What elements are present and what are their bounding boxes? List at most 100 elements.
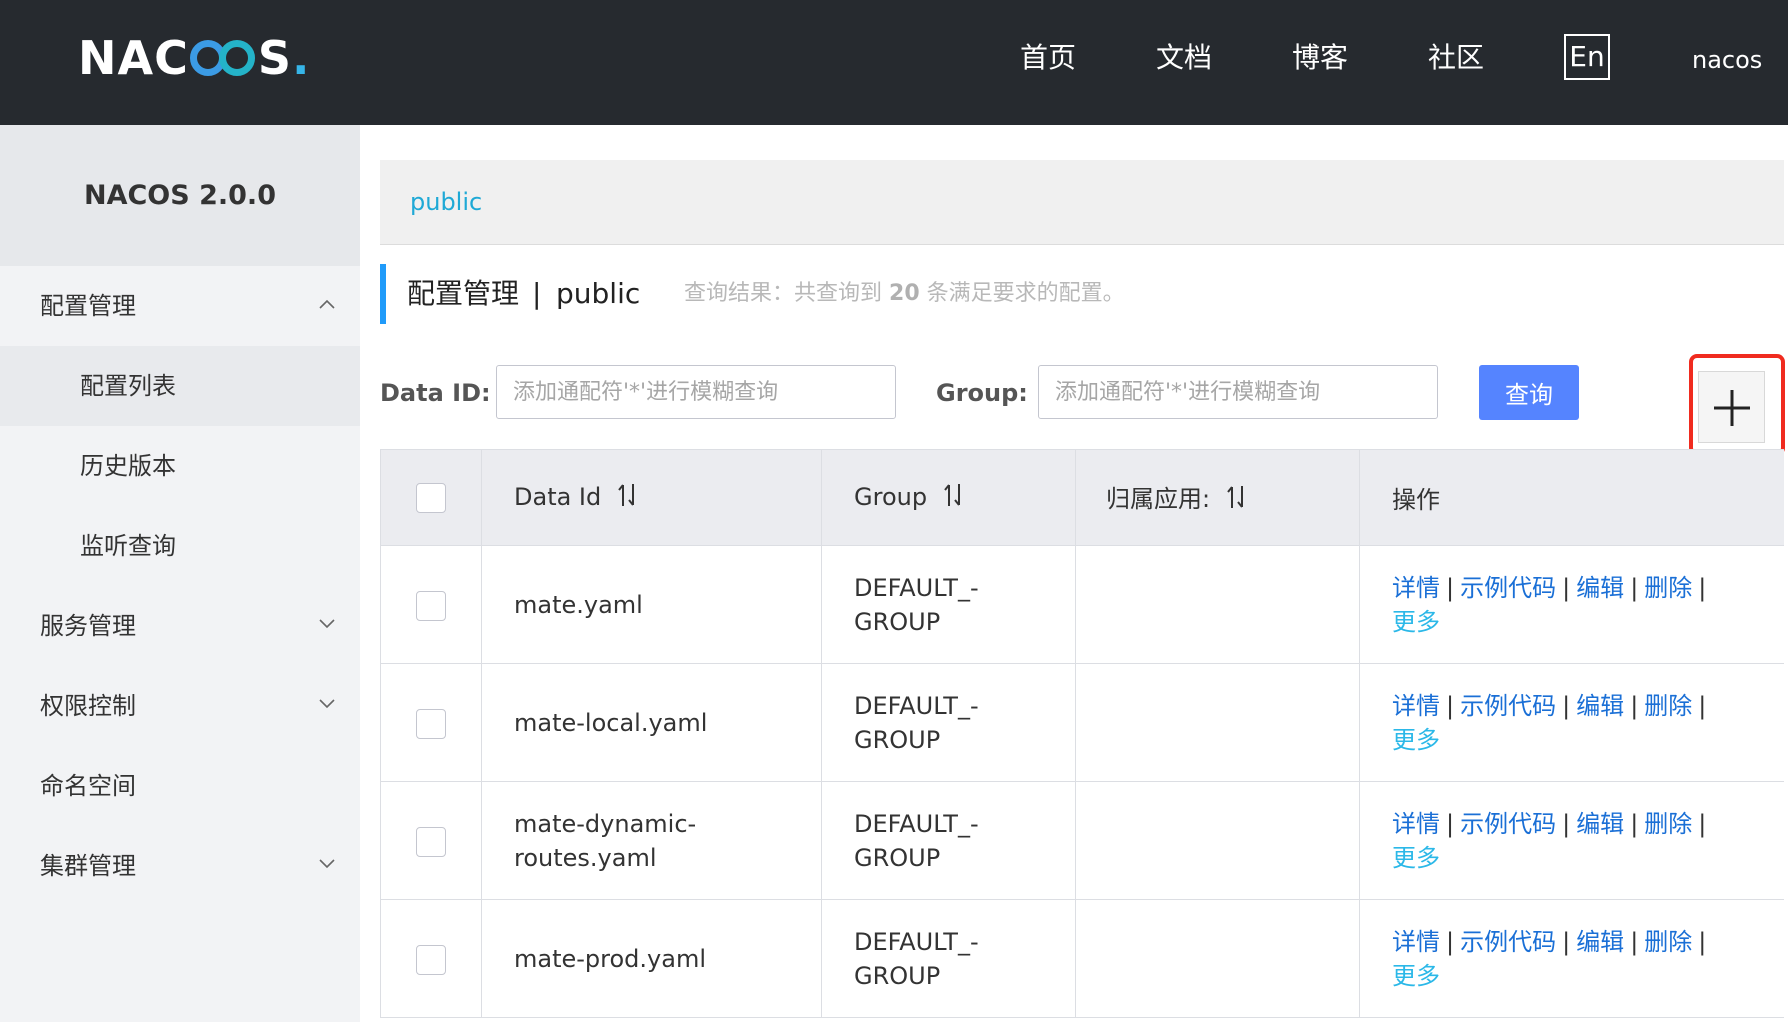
delete-link[interactable]: 删除 [1644, 928, 1692, 956]
nav-docs[interactable]: 文档 [1156, 34, 1212, 82]
cell-app [1075, 663, 1360, 782]
row-select-cell [380, 899, 482, 1018]
cell-data-id: mate-dynamic- routes.yaml [481, 781, 822, 900]
cell-actions: 详情 | 示例代码 | 编辑 | 删除 | 更多 [1359, 899, 1784, 1018]
cell-app [1075, 781, 1360, 900]
row-checkbox[interactable] [416, 826, 446, 857]
edit-link[interactable]: 编辑 [1576, 928, 1624, 956]
query-button[interactable]: 查询 [1479, 365, 1579, 420]
cell-app [1075, 545, 1360, 664]
detail-link[interactable]: 详情 [1392, 810, 1440, 838]
language-toggle-button[interactable]: En [1564, 34, 1610, 80]
row-checkbox[interactable] [416, 708, 446, 739]
title-accent-bar [380, 264, 386, 324]
group-label: Group: [936, 379, 1028, 407]
delete-link[interactable]: 删除 [1644, 692, 1692, 720]
sidebar: NACOS 2.0.0 配置管理 配置列表 历史版本 监听查询 服务管理 权限控… [0, 125, 360, 1022]
table-row: mate-prod.yaml DEFAULT_- GROUP 详情 | 示例代码 | 编辑 |… [380, 899, 1784, 1018]
column-header-group[interactable]: Group [821, 449, 1076, 546]
cell-app [1075, 899, 1360, 1018]
sidebar-item-label: 配置列表 [80, 372, 176, 400]
row-checkbox[interactable] [416, 590, 446, 621]
more-link[interactable]: 更多 [1392, 962, 1440, 990]
nav-blog[interactable]: 博客 [1292, 34, 1348, 82]
chevron-down-icon [314, 826, 340, 906]
data-id-input[interactable] [496, 365, 896, 419]
page-title-bar: 配置管理 | public 查询结果：共查询到 20 条满足要求的配置。 [380, 264, 1784, 324]
row-select-cell [380, 781, 482, 900]
top-header: NACS. 首页 文档 博客 社区 En nacos [0, 0, 1788, 125]
more-link[interactable]: 更多 [1392, 608, 1440, 636]
detail-link[interactable]: 详情 [1392, 574, 1440, 602]
sidebar-item-namespace[interactable]: 命名空间 [0, 746, 360, 826]
sidebar-item-service-management[interactable]: 服务管理 [0, 586, 360, 666]
sort-icon[interactable] [617, 482, 639, 514]
cell-group: DEFAULT_- GROUP [821, 663, 1076, 782]
delete-link[interactable]: 删除 [1644, 810, 1692, 838]
sidebar-item-config-list[interactable]: 配置列表 [0, 346, 360, 426]
sidebar-version: NACOS 2.0.0 [0, 125, 360, 266]
sidebar-item-label: 监听查询 [80, 532, 176, 560]
edit-link[interactable]: 编辑 [1576, 574, 1624, 602]
sidebar-item-listener-query[interactable]: 监听查询 [0, 506, 360, 586]
cell-actions: 详情 | 示例代码 | 编辑 | 删除 | 更多 [1359, 663, 1784, 782]
nav-home[interactable]: 首页 [1020, 34, 1076, 82]
chevron-down-icon [314, 666, 340, 746]
nav-community[interactable]: 社区 [1428, 34, 1484, 82]
cell-group: DEFAULT_- GROUP [821, 545, 1076, 664]
sidebar-item-history[interactable]: 历史版本 [0, 426, 360, 506]
sidebar-item-label: 历史版本 [80, 452, 176, 480]
cell-data-id: mate.yaml [481, 545, 822, 664]
sample-code-link[interactable]: 示例代码 [1460, 574, 1556, 602]
namespace-bar: public [380, 160, 1784, 245]
cell-group: DEFAULT_- GROUP [821, 781, 1076, 900]
config-table: Data Id Group 归属应用: 操作 mate.yaml DEFAULT_… [380, 449, 1784, 1022]
result-count: 20 [889, 281, 920, 306]
table-header-row: Data Id Group 归属应用: 操作 [380, 449, 1784, 546]
row-select-cell [380, 545, 482, 664]
sample-code-link[interactable]: 示例代码 [1460, 810, 1556, 838]
title-separator: | [532, 277, 542, 310]
user-menu[interactable]: nacos [1692, 40, 1762, 80]
more-link[interactable]: 更多 [1392, 844, 1440, 872]
cell-group: DEFAULT_- GROUP [821, 899, 1076, 1018]
more-link[interactable]: 更多 [1392, 726, 1440, 754]
column-header-app[interactable]: 归属应用: [1075, 449, 1360, 546]
chevron-up-icon [314, 266, 340, 346]
group-input[interactable] [1038, 365, 1438, 419]
sort-icon[interactable] [943, 482, 965, 514]
data-id-label: Data ID: [380, 379, 491, 407]
sidebar-item-access-control[interactable]: 权限控制 [0, 666, 360, 746]
cell-actions: 详情 | 示例代码 | 编辑 | 删除 | 更多 [1359, 781, 1784, 900]
edit-link[interactable]: 编辑 [1576, 810, 1624, 838]
column-header-data-id[interactable]: Data Id [481, 449, 822, 546]
detail-link[interactable]: 详情 [1392, 928, 1440, 956]
sidebar-item-label: 配置管理 [40, 292, 136, 320]
sidebar-item-label: 命名空间 [40, 772, 136, 800]
row-select-cell [380, 663, 482, 782]
annotation-highlight-box [1689, 354, 1785, 456]
table-row: mate-local.yaml DEFAULT_- GROUP 详情 | 示例代码 | 编辑… [380, 663, 1784, 782]
query-result-summary: 查询结果：共查询到 20 条满足要求的配置。 [684, 281, 1125, 306]
row-checkbox[interactable] [416, 944, 446, 975]
sample-code-link[interactable]: 示例代码 [1460, 692, 1556, 720]
sample-code-link[interactable]: 示例代码 [1460, 928, 1556, 956]
page-title-namespace: public [556, 277, 641, 310]
column-header-actions: 操作 [1359, 449, 1784, 546]
sidebar-item-cluster-management[interactable]: 集群管理 [0, 826, 360, 906]
namespace-public-link[interactable]: public [410, 160, 482, 244]
nacos-logo[interactable]: NACS. [78, 31, 311, 85]
cell-data-id: mate-local.yaml [481, 663, 822, 782]
sidebar-item-label: 集群管理 [40, 852, 136, 880]
sort-icon[interactable] [1226, 484, 1248, 516]
select-all-checkbox[interactable] [416, 482, 446, 513]
page-title: 配置管理 [407, 277, 520, 310]
table-row: mate.yaml DEFAULT_- GROUP 详情 | 示例代码 | 编辑 | 删除 | 更多 [380, 545, 1784, 664]
detail-link[interactable]: 详情 [1392, 692, 1440, 720]
select-all-cell [380, 449, 482, 546]
edit-link[interactable]: 编辑 [1576, 692, 1624, 720]
sidebar-item-config-management[interactable]: 配置管理 [0, 266, 360, 346]
delete-link[interactable]: 删除 [1644, 574, 1692, 602]
cell-actions: 详情 | 示例代码 | 编辑 | 删除 | 更多 [1359, 545, 1784, 664]
table-row: mate-dynamic- routes.yaml DEFAULT_- GROUP… [380, 781, 1784, 900]
